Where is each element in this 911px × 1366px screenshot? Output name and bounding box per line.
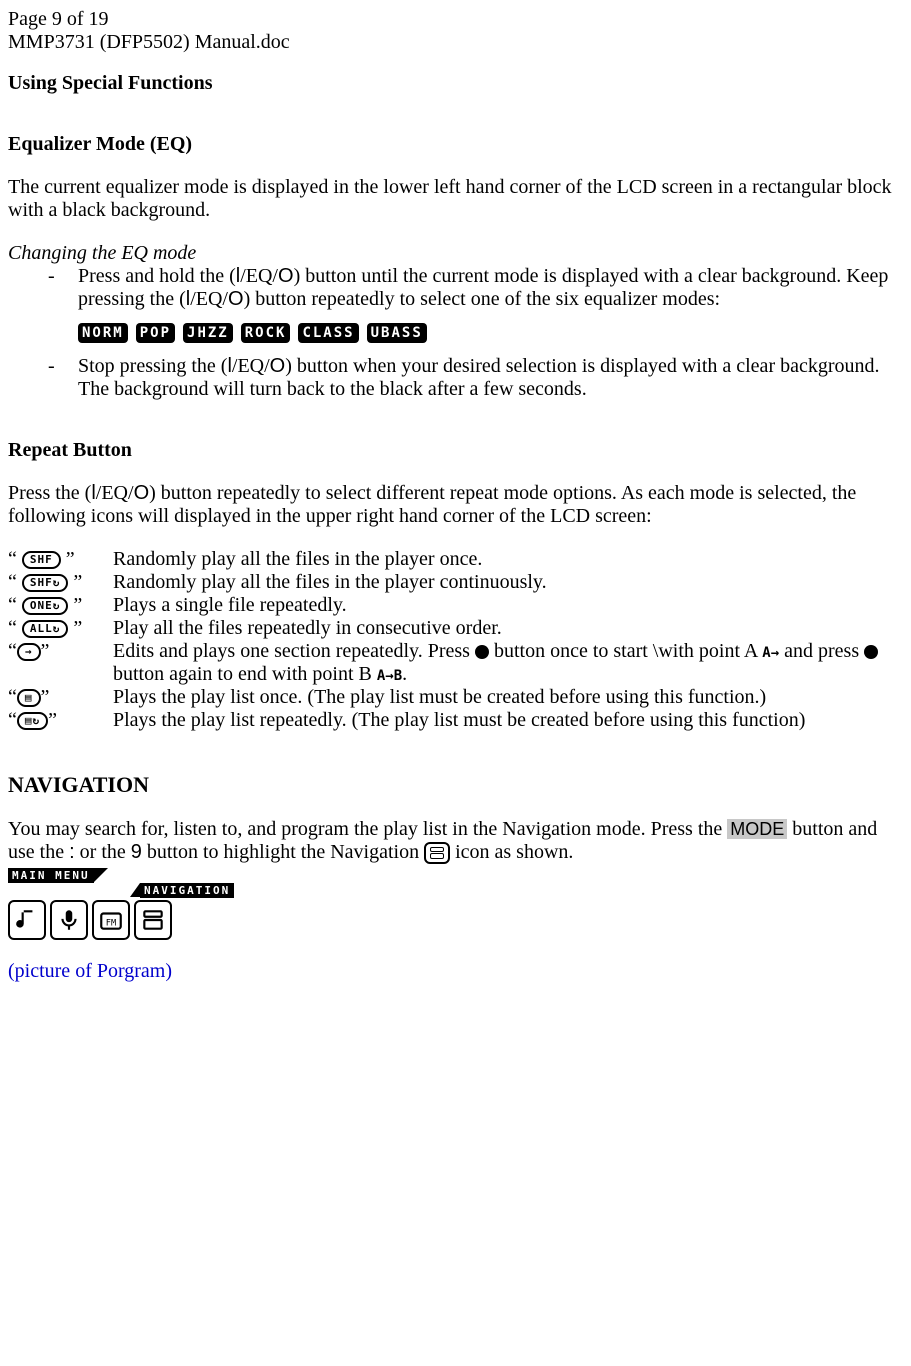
list-dash: - <box>48 265 78 311</box>
svg-text:FM: FM <box>106 919 116 929</box>
symbol-o: O <box>278 265 294 287</box>
shuffle-repeat-icon: SHF↻ <box>22 574 69 592</box>
shuffle-once-icon: SHF <box>22 551 61 569</box>
repeat-desc: Plays the play list once. (The play list… <box>113 686 903 709</box>
eq-badge-class: CLASS <box>298 323 358 343</box>
repeat-mode-one: “ ONE↻ ” Plays a single file repeatedly. <box>8 594 903 617</box>
eq-step-2: - Stop pressing the (l/EQ/O) button when… <box>48 355 903 401</box>
eq-badge-pop: POP <box>136 323 175 343</box>
menu-record-icon <box>50 900 88 940</box>
a-marker-icon: A→ <box>762 645 779 661</box>
repeat-mode-playlist-once: “▤” Plays the play list once. (The play … <box>8 686 903 709</box>
ab-marker-icon: A→B <box>377 668 402 684</box>
heading-changing-eq: Changing the EQ mode <box>8 242 903 265</box>
repeat-desc: Edits and plays one section repeatedly. … <box>113 640 903 686</box>
list-dash: - <box>48 355 78 401</box>
playlist-repeat-icon: ▤↻ <box>17 712 48 730</box>
heading-repeat-button: Repeat Button <box>8 439 903 462</box>
repeat-desc: Randomly play all the files in the playe… <box>113 548 903 571</box>
mode-button-label: MODE <box>727 819 787 839</box>
menu-navigation-icon <box>134 900 172 940</box>
repeat-mode-shf-repeat: “ SHF↻ ” Randomly play all the files in … <box>8 571 903 594</box>
repeat-mode-playlist-repeat: “▤↻” Plays the play list repeatedly. (Th… <box>8 709 903 732</box>
repeat-mode-shf: “ SHF ” Randomly play all the files in t… <box>8 548 903 571</box>
menu-fm-icon: FM <box>92 900 130 940</box>
eq-badge-ubass: UBASS <box>367 323 427 343</box>
symbol-o: O <box>134 482 150 504</box>
repeat-mode-ab: “→” Edits and plays one section repeated… <box>8 640 903 686</box>
navigation-menu-icon <box>424 842 450 864</box>
main-menu-label: MAIN MENU <box>8 868 94 883</box>
ab-section-icon: → <box>17 643 41 661</box>
main-menu-screenshot: MAIN MENU NAVIGATION FM <box>8 868 903 940</box>
repeat-one-icon: ONE↻ <box>22 597 69 615</box>
section-heading-special-functions: Using Special Functions <box>8 72 903 95</box>
repeat-intro-paragraph: Press the (l/EQ/O) button repeatedly to … <box>8 482 903 528</box>
eq-mode-badges: NORM POP JHZZ ROCK CLASS UBASS <box>78 323 903 343</box>
navigation-label: NAVIGATION <box>140 883 234 898</box>
label-triangle-icon <box>130 883 140 897</box>
repeat-desc: Randomly play all the files in the playe… <box>113 571 903 594</box>
record-dot-icon <box>475 645 489 659</box>
picture-note: (picture of Porgram) <box>8 960 903 983</box>
eq-step-1: - Press and hold the (l/EQ/O) button unt… <box>48 265 903 311</box>
heading-navigation: NAVIGATION <box>8 772 903 798</box>
label-triangle-icon <box>94 868 108 882</box>
repeat-desc: Plays a single file repeatedly. <box>113 594 903 617</box>
eq-step-1-text: Press and hold the (l/EQ/O) button until… <box>78 265 903 311</box>
eq-step-2-text: Stop pressing the (l/EQ/O) button when y… <box>78 355 903 401</box>
symbol-o: O <box>228 288 244 310</box>
menu-music-icon <box>8 900 46 940</box>
repeat-desc: Play all the files repeatedly in consecu… <box>113 617 903 640</box>
heading-eq-mode: Equalizer Mode (EQ) <box>8 133 903 156</box>
playlist-once-icon: ▤ <box>17 689 41 707</box>
record-dot-icon <box>864 645 878 659</box>
navigation-paragraph: You may search for, listen to, and progr… <box>8 818 903 864</box>
repeat-desc: Plays the play list repeatedly. (The pla… <box>113 709 903 732</box>
symbol-o: O <box>270 355 286 377</box>
page-indicator: Page 9 of 19 <box>8 8 903 31</box>
eq-badge-jhzz: JHZZ <box>183 323 233 343</box>
eq-badge-norm: NORM <box>78 323 128 343</box>
doc-title: MMP3731 (DFP5502) Manual.doc <box>8 31 903 54</box>
repeat-all-icon: ALL↻ <box>22 620 69 638</box>
eq-intro-paragraph: The current equalizer mode is displayed … <box>8 176 903 222</box>
symbol-9: 9 <box>131 841 142 863</box>
eq-badge-rock: ROCK <box>241 323 291 343</box>
repeat-mode-all: “ ALL↻ ” Play all the files repeatedly i… <box>8 617 903 640</box>
